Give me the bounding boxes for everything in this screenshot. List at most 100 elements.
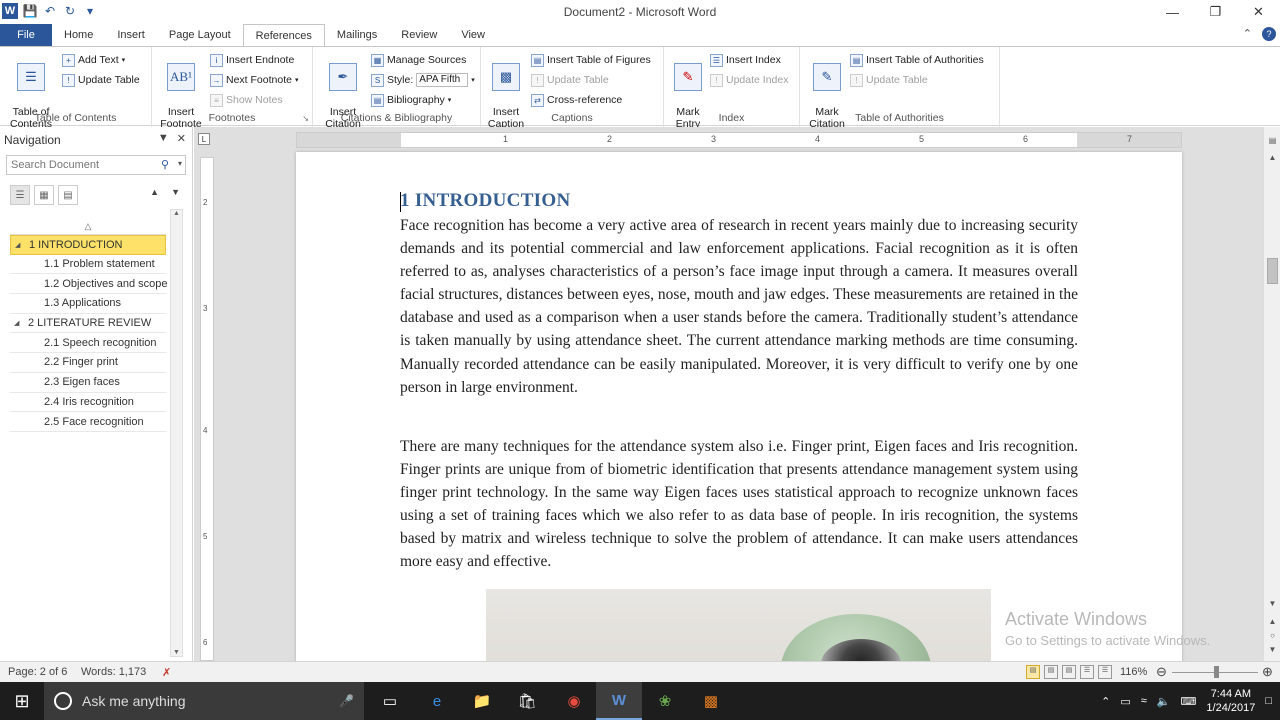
network-icon[interactable]: ≈ [1141, 695, 1147, 707]
footnotes-dialog-launcher-icon[interactable]: ↘ [302, 114, 309, 123]
tab-insert[interactable]: Insert [105, 24, 157, 46]
cortana-search[interactable]: Ask me anything 🎤 [44, 682, 364, 720]
authorities-update-table-button[interactable]: ! Update Table [850, 71, 928, 89]
minimize-icon[interactable]: — [1151, 0, 1194, 24]
nav-options-icon[interactable]: ▼ [158, 132, 169, 145]
proofing-icon[interactable]: ✗ [162, 666, 171, 679]
heading-item[interactable]: 2.4 Iris recognition [10, 393, 166, 413]
restore-icon[interactable]: ❐ [1194, 0, 1237, 24]
outline-view-icon[interactable]: ☰ [1080, 665, 1094, 679]
heading-item[interactable]: 2.1 Speech recognition [10, 333, 166, 354]
horizontal-ruler[interactable]: 1 2 3 4 5 6 7 [296, 132, 1182, 148]
update-table-button[interactable]: ! Update Table [62, 71, 140, 89]
nav-previous-icon[interactable]: ▲ [150, 187, 159, 197]
heading-item[interactable]: 1.1 Problem statement [10, 255, 166, 275]
keyboard-icon[interactable]: ⌨ [1181, 695, 1197, 708]
nav-scroll-down-icon[interactable]: ▼ [171, 649, 182, 656]
manage-sources-button[interactable]: ▦ Manage Sources [371, 51, 466, 69]
collapse-all-icon[interactable]: △ [10, 217, 166, 235]
scroll-up-icon[interactable]: ▲ [1266, 153, 1279, 166]
captions-update-table-button[interactable]: ! Update Table [531, 71, 609, 89]
search-options-icon[interactable]: ▾ [178, 159, 182, 168]
battery-icon[interactable]: ▭ [1120, 695, 1130, 708]
nav-search-input[interactable]: Search Document ⚲ ▾ [6, 155, 186, 175]
draft-view-icon[interactable]: ☰ [1098, 665, 1112, 679]
heading-item[interactable]: ◢ 1 INTRODUCTION [10, 235, 166, 255]
page-count[interactable]: Page: 2 of 6 [8, 666, 67, 678]
volume-icon[interactable]: 🔈 [1157, 695, 1171, 708]
webcam-image[interactable] [486, 589, 991, 661]
heading-item[interactable]: 2.5 Face recognition [10, 412, 166, 432]
word-count[interactable]: Words: 1,173 [81, 666, 146, 678]
zoom-in-icon[interactable]: ⊕ [1262, 664, 1273, 680]
windows-start-icon[interactable]: ⊞ [0, 682, 44, 720]
show-hidden-icons-icon[interactable]: ⌃ [1101, 695, 1110, 708]
app-taskbar-icon[interactable]: ❀ [642, 682, 688, 720]
notifications-icon[interactable]: □ [1265, 695, 1272, 707]
nav-scrollbar[interactable]: ▲ ▼ [170, 209, 183, 657]
insert-table-of-figures-button[interactable]: ▤ Insert Table of Figures [531, 51, 651, 69]
task-view-icon[interactable]: ▭ [367, 682, 413, 720]
update-index-button[interactable]: ! Update Index [710, 71, 788, 89]
heading-item[interactable]: 1.2 Objectives and scope [10, 274, 168, 295]
expanded-triangle-icon[interactable]: ◢ [14, 319, 28, 327]
file-explorer-icon[interactable]: 📁 [459, 682, 505, 720]
heading-item[interactable]: 2.2 Finger print [10, 353, 166, 373]
tab-mailings[interactable]: Mailings [325, 24, 389, 46]
tab-home[interactable]: Home [52, 24, 105, 46]
full-screen-reading-icon[interactable]: ▤ [1044, 665, 1058, 679]
web-layout-icon[interactable]: ▤ [1062, 665, 1076, 679]
tab-page-layout[interactable]: Page Layout [157, 24, 243, 46]
insert-index-button[interactable]: ☰ Insert Index [710, 51, 781, 69]
tab-selector-icon[interactable]: L [198, 133, 210, 145]
paragraph[interactable]: Face recognition has become a very activ… [400, 214, 1078, 399]
scroll-thumb[interactable] [1267, 258, 1278, 284]
next-footnote-button[interactable]: → Next Footnote ▾ [210, 71, 298, 89]
zoom-level[interactable]: 116% [1120, 666, 1147, 678]
heading-item[interactable]: ◢ 2 LITERATURE REVIEW [10, 314, 166, 334]
nav-next-icon[interactable]: ▼ [171, 187, 180, 197]
paragraph[interactable]: There are many techniques for the attend… [400, 435, 1078, 574]
vertical-ruler[interactable]: 2 3 4 5 6 [200, 157, 214, 661]
tab-file[interactable]: File [0, 24, 52, 46]
heading-item[interactable]: 1.3 Applications [10, 294, 166, 314]
nav-scroll-up-icon[interactable]: ▲ [171, 210, 182, 217]
browse-results-icon[interactable]: ▤ [58, 185, 78, 205]
browse-pages-icon[interactable]: ▦ [34, 185, 54, 205]
close-icon[interactable]: ✕ [1237, 0, 1280, 24]
browse-headings-icon[interactable]: ☰ [10, 185, 30, 205]
show-notes-button[interactable]: ≡ Show Notes [210, 91, 283, 109]
insert-endnote-button[interactable]: i Insert Endnote [210, 51, 294, 69]
previous-page-icon[interactable]: ▲ [1266, 617, 1279, 630]
word-taskbar-icon[interactable]: W [596, 682, 642, 720]
style-dropdown[interactable]: APA Fifth [416, 73, 469, 87]
expanded-triangle-icon[interactable]: ◢ [15, 241, 29, 249]
select-browse-object-icon[interactable]: ○ [1266, 631, 1279, 644]
add-text-button[interactable]: + Add Text ▾ [62, 51, 125, 69]
cross-reference-button[interactable]: ⇄ Cross-reference [531, 91, 622, 109]
tab-references[interactable]: References [242, 24, 325, 46]
tab-review[interactable]: Review [389, 24, 449, 46]
edge-icon[interactable]: e [414, 682, 460, 720]
help-icon[interactable]: ? [1262, 27, 1276, 41]
print-layout-icon[interactable]: ▤ [1026, 665, 1040, 679]
next-page-icon[interactable]: ▼ [1266, 645, 1279, 658]
tab-view[interactable]: View [449, 24, 497, 46]
heading-item[interactable]: 2.3 Eigen faces [10, 373, 166, 393]
nav-close-icon[interactable]: ✕ [177, 132, 186, 145]
style-select[interactable]: S Style: APA Fifth ▾ [371, 71, 475, 89]
media-app-icon[interactable]: ▩ [688, 682, 734, 720]
minimize-ribbon-icon[interactable]: ⌃ [1243, 27, 1252, 41]
store-icon[interactable]: 🛍 [504, 682, 550, 720]
bibliography-button[interactable]: ▤ Bibliography ▾ [371, 91, 451, 109]
doc-heading[interactable]: 1 INTRODUCTION [400, 190, 570, 212]
clock[interactable]: 7:44 AM 1/24/2017 [1206, 687, 1255, 715]
microphone-icon[interactable]: 🎤 [339, 694, 354, 708]
search-icon[interactable]: ⚲ [161, 158, 169, 171]
zoom-slider-thumb[interactable] [1214, 666, 1219, 678]
ruler-toggle-icon[interactable]: ▤ [1266, 136, 1279, 149]
scroll-down-icon[interactable]: ▼ [1266, 599, 1279, 612]
insert-table-of-authorities-button[interactable]: ▤ Insert Table of Authorities [850, 51, 984, 69]
chrome-icon[interactable]: ◉ [551, 682, 597, 720]
document-page[interactable]: 1 INTRODUCTION Face recognition has beco… [296, 152, 1182, 661]
